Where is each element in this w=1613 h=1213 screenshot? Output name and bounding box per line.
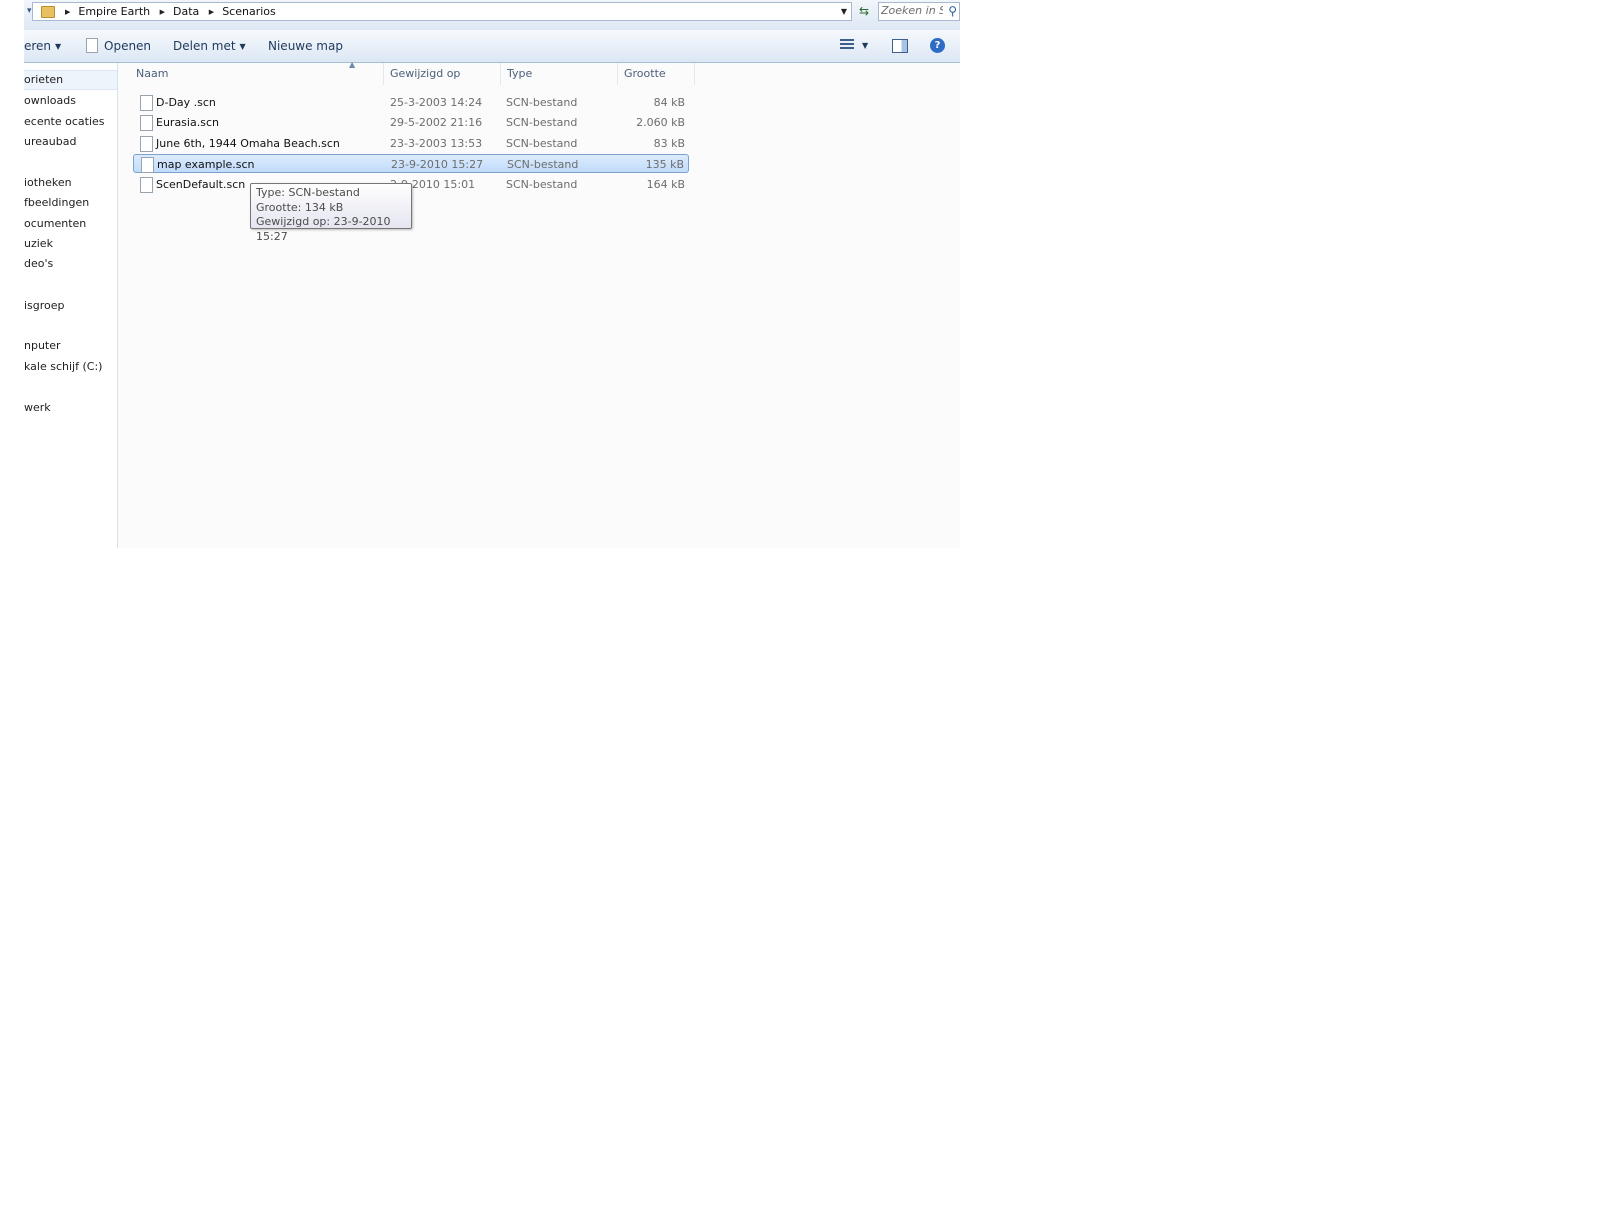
organize-label: eren [24,39,52,53]
open-button[interactable]: Openen [86,30,151,62]
file-modified: 25-3-2003 14:24 [390,96,483,109]
organize-button[interactable]: eren ▼ [24,30,61,62]
command-bar: eren ▼ Openen Delen met ▼ Nieuwe map ▼ ? [24,30,960,63]
file-size: 135 kB [645,158,684,171]
file-row-eurasia[interactable]: Eurasia.scn 29-5-2002 21:16 SCN-bestand … [133,113,689,132]
recent-locations-icon[interactable]: ▾ [27,3,37,20]
breadcrumb-item-data[interactable]: Data [173,5,199,18]
breadcrumb: ▶ Empire Earth ▶ Data ▶ Scenarios [59,3,276,20]
chevron-down-icon: ▼ [239,42,246,51]
nav-item-favorites[interactable]: orieten [24,70,117,90]
navigation-pane: orieten ownloads ecente ocaties ureaubad… [24,63,118,548]
open-label: Openen [104,39,152,53]
file-type: SCN-bestand [507,158,579,171]
file-size: 83 kB [653,137,685,150]
file-size: 164 kB [646,178,685,191]
file-name: map example.scn [157,158,255,171]
breadcrumb-item-empire-earth[interactable]: Empire Earth [78,5,150,18]
file-icon [140,136,153,152]
address-bar: ▾ ▶ Empire Earth ▶ Data ▶ Scenarios ▼ ⇆ ⚲ [24,0,960,31]
file-size: 84 kB [653,96,685,109]
file-type: SCN-bestand [506,178,578,191]
file-icon [140,95,153,111]
file-type: SCN-bestand [506,137,578,150]
column-header-size[interactable]: Grootte [618,63,695,85]
file-tooltip: Type: SCN-bestand Grootte: 134 kB Gewijz… [250,183,412,243]
file-name: Eurasia.scn [156,116,219,129]
nav-item-videos[interactable]: deo's [24,255,53,273]
sort-ascending-icon: ▲ [349,60,356,69]
breadcrumb-item-scenarios[interactable]: Scenarios [222,5,276,18]
address-box[interactable]: ▾ ▶ Empire Earth ▶ Data ▶ Scenarios ▼ [27,2,852,21]
nav-item-documents[interactable]: ocumenten [24,215,86,233]
nav-item-libraries[interactable]: iotheken [24,174,72,192]
file-modified: 23-3-2003 13:53 [390,137,483,150]
nav-item-pictures[interactable]: fbeeldingen [24,194,89,212]
file-row-d-day[interactable]: D-Day .scn 25-3-2003 14:24 SCN-bestand 8… [133,93,689,112]
file-modified: 29-5-2002 21:16 [390,116,483,129]
share-button[interactable]: Delen met ▼ [173,30,246,62]
file-name: ScenDefault.scn [156,178,246,191]
nav-item-downloads[interactable]: ownloads [24,92,76,110]
column-header-modified[interactable]: Gewijzigd op [384,63,501,85]
nav-item-local-disk[interactable]: kale schijf (C:) [24,358,102,376]
tooltip-type: Type: SCN-bestand [256,186,360,199]
nav-item-recent-places[interactable]: ecente ocaties [24,113,105,131]
file-modified: 23-9-2010 15:27 [391,158,484,171]
chevron-right-icon[interactable]: ▶ [160,4,165,21]
document-icon [86,38,98,53]
nav-item-homegroup[interactable]: isgroep [24,297,65,315]
nav-item-desktop[interactable]: ureaubad [24,133,76,151]
chevron-right-icon[interactable]: ▶ [65,4,70,21]
column-header-name[interactable]: Naam [130,63,384,85]
nav-item-music[interactable]: uziek [24,235,53,253]
refresh-icon[interactable]: ⇆ [856,3,872,19]
change-view-icon[interactable] [840,39,854,51]
file-row-omaha-beach[interactable]: June 6th, 1944 Omaha Beach.scn 23-3-2003… [133,134,689,153]
file-size: 2.060 kB [636,116,685,129]
file-row-map-example[interactable]: map example.scn 23-9-2010 15:27 SCN-best… [133,154,689,173]
chevron-down-icon: ▼ [55,42,62,51]
file-name: D-Day .scn [156,96,216,109]
file-list: Naam ▲ Gewijzigd op Type Grootte D-Day .… [118,60,960,548]
file-icon [141,157,154,173]
tooltip-size: Grootte: 134 kB [256,200,344,214]
search-icon[interactable]: ⚲ [948,3,957,20]
file-type: SCN-bestand [506,116,578,129]
file-icon [140,177,153,193]
preview-pane-icon[interactable] [892,39,908,53]
help-icon[interactable]: ? [930,38,945,53]
file-icon [140,115,153,131]
chevron-right-icon[interactable]: ▶ [209,4,214,21]
folder-icon [41,6,55,18]
tooltip-modified: Gewijzigd op: 23-9-2010 15:27 [256,215,391,243]
file-type: SCN-bestand [506,96,578,109]
column-header-type[interactable]: Type [501,63,618,85]
file-name: June 6th, 1944 Omaha Beach.scn [156,137,340,150]
new-folder-button[interactable]: Nieuwe map [268,30,343,62]
search-input[interactable] [881,4,943,17]
explorer-window: ▾ ▶ Empire Earth ▶ Data ▶ Scenarios ▼ ⇆ ⚲ e… [24,0,960,548]
nav-item-network[interactable]: werk [24,399,51,417]
new-folder-label: Nieuwe map [268,39,343,53]
search-box: ⚲ [878,2,960,21]
view-dropdown-icon[interactable]: ▼ [862,30,868,62]
address-dropdown-icon[interactable]: ▼ [841,3,847,20]
share-label: Delen met [173,39,236,53]
nav-item-computer[interactable]: nputer [24,337,61,355]
